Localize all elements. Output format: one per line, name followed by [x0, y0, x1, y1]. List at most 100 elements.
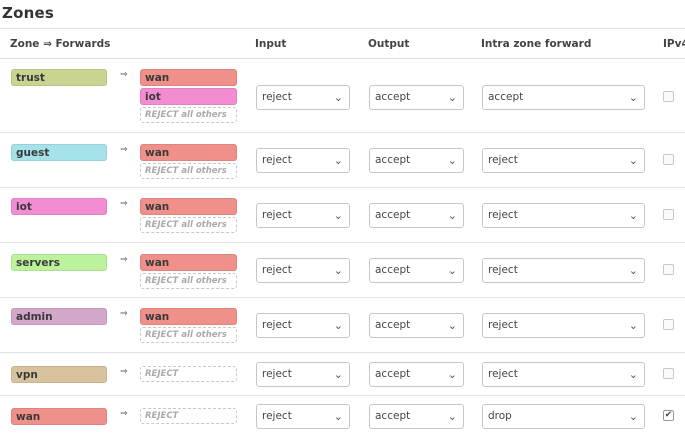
zone-badge-trust[interactable]: trust: [11, 69, 107, 86]
row-divider: [0, 132, 685, 133]
chevron-down-icon: ⌄: [333, 91, 343, 104]
chevron-down-icon: ⌄: [447, 209, 457, 222]
row-divider: [0, 297, 685, 298]
intra-select-value: reject: [488, 319, 518, 331]
intra-select-value: reject: [488, 209, 518, 221]
row-divider: [0, 352, 685, 353]
forward-badge-wan[interactable]: wan: [140, 254, 237, 271]
header-output: Output: [368, 38, 410, 50]
ipv4-checkbox[interactable]: [663, 368, 674, 379]
output-select[interactable]: accept ⌄: [369, 313, 464, 338]
forward-arrow-icon: ⇒: [120, 199, 128, 209]
row-divider: [0, 187, 685, 188]
ipv4-checkbox[interactable]: [663, 154, 674, 165]
zone-badge-iot[interactable]: iot: [11, 198, 107, 215]
output-select[interactable]: accept ⌄: [369, 203, 464, 228]
header-zone-forwards: Zone ⇒ Forwards: [10, 38, 111, 50]
output-select-value: accept: [375, 154, 411, 166]
output-select[interactable]: accept ⌄: [369, 404, 464, 429]
intra-select[interactable]: reject ⌄: [482, 258, 645, 283]
input-select-value: reject: [262, 154, 292, 166]
ipv4-checkbox[interactable]: [663, 319, 674, 330]
input-select[interactable]: reject ⌄: [256, 85, 350, 110]
zone-badge-servers[interactable]: servers: [11, 254, 107, 271]
chevron-down-icon: ⌄: [333, 154, 343, 167]
zone-badge-vpn[interactable]: vpn: [11, 366, 107, 383]
output-select[interactable]: accept ⌄: [369, 362, 464, 387]
reject-others-badge: REJECT: [140, 408, 237, 424]
reject-others-badge: REJECT all others: [140, 327, 237, 343]
forward-arrow-icon: ⇒: [120, 145, 128, 155]
header-ipv4: IPv4: [663, 38, 685, 50]
zone-badge-guest[interactable]: guest: [11, 144, 107, 161]
zone-badge-admin[interactable]: admin: [11, 308, 107, 325]
forward-badge-wan[interactable]: wan: [140, 308, 237, 325]
reject-others-badge: REJECT: [140, 366, 237, 382]
chevron-down-icon: ⌄: [333, 410, 343, 423]
chevron-down-icon: ⌄: [447, 154, 457, 167]
forward-arrow-icon: ⇒: [120, 70, 128, 80]
forward-badge-wan[interactable]: wan: [140, 69, 237, 86]
intra-select-value: drop: [488, 410, 512, 422]
chevron-down-icon: ⌄: [333, 368, 343, 381]
ipv4-checkbox[interactable]: ✔: [663, 410, 674, 421]
intra-select-value: reject: [488, 368, 518, 380]
chevron-down-icon: ⌄: [628, 209, 638, 222]
chevron-down-icon: ⌄: [628, 264, 638, 277]
intra-select-value: accept: [488, 91, 524, 103]
intra-select[interactable]: reject ⌄: [482, 148, 645, 173]
intra-select[interactable]: accept ⌄: [482, 85, 645, 110]
ipv4-checkbox[interactable]: [663, 209, 674, 220]
input-select[interactable]: reject ⌄: [256, 404, 350, 429]
output-select[interactable]: accept ⌄: [369, 148, 464, 173]
chevron-down-icon: ⌄: [628, 410, 638, 423]
output-select-value: accept: [375, 91, 411, 103]
input-select[interactable]: reject ⌄: [256, 313, 350, 338]
input-select[interactable]: reject ⌄: [256, 258, 350, 283]
page-title: Zones: [2, 4, 54, 22]
input-select[interactable]: reject ⌄: [256, 362, 350, 387]
output-select[interactable]: accept ⌄: [369, 258, 464, 283]
table-header: Zone ⇒ Forwards Input Output Intra zone …: [0, 28, 685, 59]
chevron-down-icon: ⌄: [447, 410, 457, 423]
input-select-value: reject: [262, 410, 292, 422]
intra-select[interactable]: reject ⌄: [482, 362, 645, 387]
chevron-down-icon: ⌄: [628, 91, 638, 104]
row-divider: [0, 242, 685, 243]
output-select[interactable]: accept ⌄: [369, 85, 464, 110]
input-select-value: reject: [262, 368, 292, 380]
chevron-down-icon: ⌄: [333, 264, 343, 277]
reject-others-badge: REJECT all others: [140, 273, 237, 289]
intra-select[interactable]: reject ⌄: [482, 203, 645, 228]
intra-select-value: reject: [488, 154, 518, 166]
intra-select[interactable]: reject ⌄: [482, 313, 645, 338]
output-select-value: accept: [375, 264, 411, 276]
forward-badge-iot[interactable]: iot: [140, 88, 237, 105]
input-select[interactable]: reject ⌄: [256, 148, 350, 173]
output-select-value: accept: [375, 410, 411, 422]
ipv4-checkbox[interactable]: [663, 91, 674, 102]
forward-badge-wan[interactable]: wan: [140, 144, 237, 161]
zone-badge-wan[interactable]: wan: [11, 408, 107, 425]
forward-arrow-icon: ⇒: [120, 309, 128, 319]
intra-select-value: reject: [488, 264, 518, 276]
chevron-down-icon: ⌄: [628, 154, 638, 167]
input-select[interactable]: reject ⌄: [256, 203, 350, 228]
reject-others-badge: REJECT all others: [140, 217, 237, 233]
chevron-down-icon: ⌄: [447, 264, 457, 277]
input-select-value: reject: [262, 319, 292, 331]
forward-arrow-icon: ⇒: [120, 367, 128, 377]
input-select-value: reject: [262, 91, 292, 103]
chevron-down-icon: ⌄: [447, 91, 457, 104]
header-intra-zone-forward: Intra zone forward: [481, 38, 592, 50]
forward-arrow-icon: ⇒: [120, 255, 128, 265]
chevron-down-icon: ⌄: [628, 368, 638, 381]
output-select-value: accept: [375, 209, 411, 221]
ipv4-checkbox[interactable]: [663, 264, 674, 275]
intra-select[interactable]: drop ⌄: [482, 404, 645, 429]
chevron-down-icon: ⌄: [333, 319, 343, 332]
forward-badge-wan[interactable]: wan: [140, 198, 237, 215]
forward-arrow-icon: ⇒: [120, 409, 128, 419]
reject-others-badge: REJECT all others: [140, 107, 237, 123]
chevron-down-icon: ⌄: [628, 319, 638, 332]
